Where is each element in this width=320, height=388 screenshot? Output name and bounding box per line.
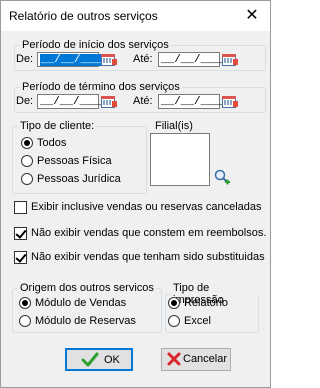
radio-pessoas-fisica-label: Pessoas Física: [37, 155, 112, 167]
termino-de-label: De:: [16, 95, 34, 107]
inicio-de-field[interactable]: __/__/____: [37, 52, 109, 67]
inicio-ate-field[interactable]: __/__/____: [158, 52, 227, 67]
radio-relatorio[interactable]: [168, 297, 180, 309]
filiais-listbox[interactable]: [150, 133, 210, 186]
radio-relatorio-label: Relatório: [184, 297, 229, 309]
radio-pessoas-juridica-label: Pessoas Jurídica: [37, 173, 121, 185]
termino-de-field[interactable]: __/__/____: [37, 94, 106, 109]
radio-todos[interactable]: [21, 137, 33, 149]
window-title: Relatório de outros serviços: [9, 9, 158, 23]
termino-ate-label: Até:: [133, 95, 153, 107]
radio-modulo-reservas[interactable]: [19, 315, 31, 327]
search-icon[interactable]: [213, 168, 231, 186]
checkbox-nao-exibir-substituidas-label: Não exibir vendas que tenham sido substi…: [31, 251, 265, 263]
periodo-inicio-legend: Período de início dos serviços: [22, 39, 169, 51]
radio-modulo-vendas[interactable]: [19, 297, 31, 309]
checkbox-exibir-canceladas-label: Exibir inclusive vendas ou reservas canc…: [31, 201, 262, 213]
radio-modulo-vendas-label: Módulo de Vendas: [35, 297, 127, 309]
filiais-label: Filial(is): [155, 120, 193, 132]
calendar-icon[interactable]: [100, 94, 117, 109]
close-x-icon: [166, 351, 182, 367]
termino-ate-field[interactable]: __/__/____: [158, 94, 227, 109]
inicio-de-label: De:: [16, 53, 34, 65]
radio-excel[interactable]: [168, 315, 180, 327]
cancel-button[interactable]: Cancelar: [161, 348, 231, 371]
cancel-button-label: Cancelar: [183, 353, 228, 365]
checkbox-nao-exibir-reembolsos[interactable]: [14, 227, 27, 240]
checkbox-nao-exibir-reembolsos-label: Não exibir vendas que constem em reembol…: [31, 227, 267, 239]
calendar-icon[interactable]: [221, 52, 238, 67]
checkbox-exibir-canceladas[interactable]: [14, 201, 27, 214]
calendar-icon[interactable]: [100, 52, 117, 67]
report-dialog: Relatório de outros serviços ✕ Período d…: [0, 0, 271, 388]
calendar-icon[interactable]: [221, 94, 238, 109]
title-bar: Relatório de outros serviços ✕: [1, 1, 270, 31]
tipo-cliente-legend: Tipo de cliente:: [20, 120, 95, 132]
ok-button[interactable]: OK: [65, 348, 133, 371]
radio-pessoas-fisica[interactable]: [21, 155, 33, 167]
inicio-ate-label: Até:: [133, 53, 153, 65]
origem-legend: Origem dos outros servicos: [20, 282, 154, 294]
radio-pessoas-juridica[interactable]: [21, 173, 33, 185]
checkmark-icon: [81, 351, 99, 369]
radio-excel-label: Excel: [184, 315, 211, 327]
checkbox-nao-exibir-substituidas[interactable]: [14, 251, 27, 264]
radio-todos-label: Todos: [37, 137, 67, 149]
close-icon[interactable]: ✕: [242, 6, 262, 26]
periodo-termino-legend: Período de término dos serviços: [22, 81, 180, 93]
radio-modulo-reservas-label: Módulo de Reservas: [35, 315, 136, 327]
ok-button-label: OK: [104, 354, 120, 366]
